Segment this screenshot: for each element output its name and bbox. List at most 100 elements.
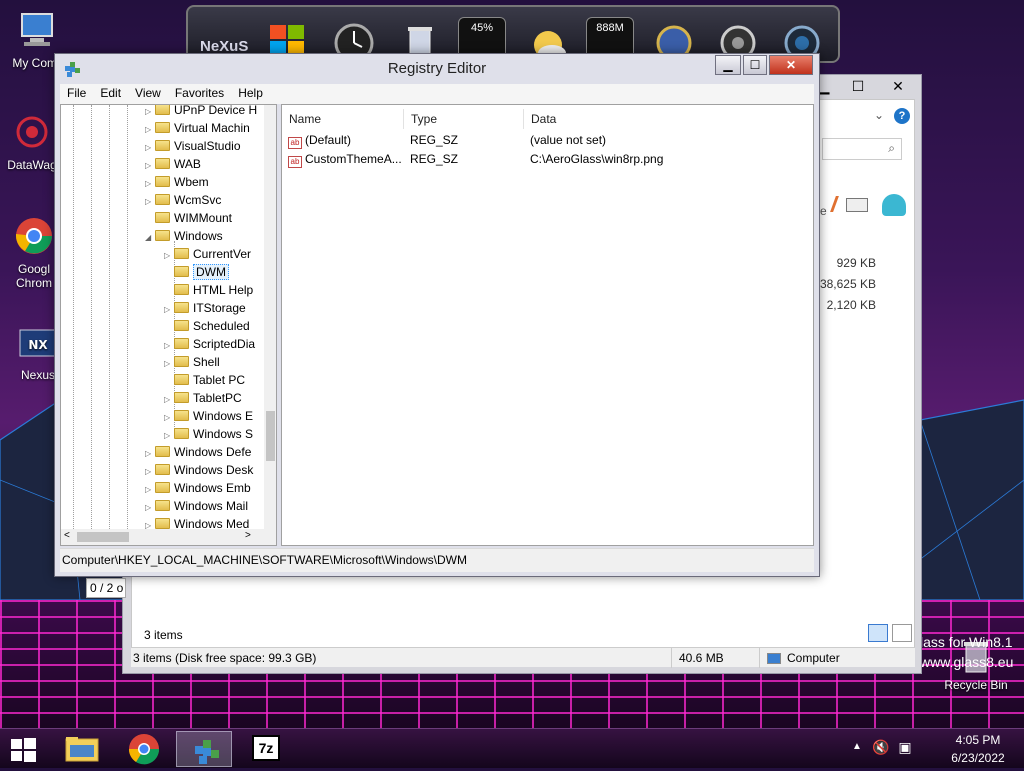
large-icons-view-button[interactable] [892,624,912,642]
folder-icon [155,122,170,133]
tree-node[interactable]: ▷ Windows Defe [145,443,251,461]
file-size: 2,120 KB [826,298,876,312]
folder-icon [155,140,170,151]
folder-icon [174,392,189,403]
column-header-type[interactable]: Type [404,109,524,129]
taskbar-file-explorer[interactable] [54,731,110,767]
tree-node[interactable]: ▷ Windows Desk [145,461,253,479]
speaker-muted-icon[interactable]: 🔇 [872,739,890,756]
menu-view[interactable]: View [128,84,168,102]
tree-node[interactable]: ▷ WcmSvc [145,191,221,209]
registry-value-row[interactable]: ab (Default) REG_SZ (value not set) [288,131,808,149]
details-view-button[interactable] [868,624,888,642]
window-title: Registry Editor [387,60,487,77]
search-icon: ⌕ [888,141,895,155]
tree-node[interactable]: ▷ Wbem [145,173,209,191]
folder-icon [155,230,170,241]
tree-node[interactable]: Tablet PC [164,371,245,389]
menu-bar: File Edit View Favorites Help [60,84,814,104]
chevron-down-icon[interactable]: ⌄ [874,108,884,122]
help-icon[interactable]: ? [894,108,910,124]
maximize-button[interactable]: ☐ [743,55,767,75]
folder-icon [155,464,170,475]
taskbar-registry-editor[interactable] [176,731,232,767]
tree-horizontal-scrollbar[interactable]: < > [61,529,276,545]
start-button[interactable] [0,731,46,767]
folder-icon [174,356,189,367]
items-count: 3 items [144,628,183,642]
tree-node[interactable]: HTML Help [164,281,253,299]
tree-node[interactable]: ▷ Shell [164,353,220,371]
tree-node[interactable]: ▷ UPnP Device H [145,104,258,119]
close-button[interactable]: ✕ [769,55,813,75]
folder-icon [174,338,189,349]
datawag-icon [10,110,54,154]
tree-node[interactable]: ▷ Virtual Machin [145,119,250,137]
tree-node-label: Windows Mail [174,499,249,513]
sevenzip-icon: 7z [252,735,280,761]
taskbar-7zip[interactable]: 7z [238,731,294,767]
clock-date[interactable]: 6/23/2022 [932,751,1024,765]
folder-icon [174,248,189,259]
network-icon[interactable]: ▣ [896,739,914,756]
tree-node[interactable]: ▷ CurrentVer [164,245,251,263]
folder-icon [155,158,170,169]
menu-file[interactable]: File [60,84,93,102]
tree-node-label: WAB [174,157,201,171]
tree-node[interactable]: WIMMount [145,209,232,227]
search-input[interactable]: ⌕ [822,138,902,160]
folder-icon [174,284,189,295]
tree-node[interactable]: ▷ WAB [145,155,201,173]
file-size: 38,625 KB [819,277,876,291]
column-header-name[interactable]: Name [282,109,404,129]
tree-node-label: Windows Defe [174,445,252,459]
tree-node-label: Virtual Machin [174,121,250,135]
menu-favorites[interactable]: Favorites [168,84,231,102]
scroll-left-icon[interactable]: < [64,530,70,541]
tree-node[interactable]: ▷ Windows Emb [145,479,251,497]
tree-node-label: WcmSvc [174,193,222,207]
registry-value-row[interactable]: ab CustomThemeA... REG_SZ C:\AeroGlass\wi… [288,150,808,168]
tree-node[interactable]: ▷ ITStorage [164,299,246,317]
minimize-button[interactable]: ▁ [715,55,741,75]
clock-time[interactable]: 4:05 PM [932,733,1024,747]
tree-node-label: UPnP Device H [174,104,258,117]
scroll-right-icon[interactable]: > [245,530,251,541]
folder-icon [174,428,189,439]
tree-node[interactable]: ▷ VisualStudio [145,137,241,155]
show-hidden-icons-button[interactable]: ▲ [850,741,864,752]
tree-vertical-scrollbar[interactable] [264,105,276,529]
tree-node[interactable]: ▷ Windows S [164,425,253,443]
string-value-icon: ab [288,137,302,149]
tree-node[interactable]: ▷ Windows Mail [145,497,248,515]
string-value-icon: ab [288,156,302,168]
properties-icon[interactable] [846,198,868,212]
tree-node-label: WIMMount [174,211,233,225]
status-bar: Computer\HKEY_LOCAL_MACHINE\SOFTWARE\Mic… [60,548,814,572]
menu-edit[interactable]: Edit [93,84,128,102]
title-bar[interactable]: Registry Editor ▁ ☐ ✕ [55,54,819,84]
maximize-button[interactable]: ☐ [841,75,875,97]
tree-node[interactable]: Scheduled [164,317,250,335]
tree-node-label: ScriptedDia [193,337,256,351]
registry-path: Computer\HKEY_LOCAL_MACHINE\SOFTWARE\Mic… [62,553,467,567]
tree-node[interactable]: ▷ Windows E [164,407,253,425]
expanded-arrow-icon[interactable]: ◢ [145,229,155,247]
column-header-data[interactable]: Data [524,109,810,129]
menu-help[interactable]: Help [231,84,270,102]
tree-node[interactable]: ◢ Windows [145,227,223,245]
close-button[interactable]: ✕ [875,75,921,97]
tree-node[interactable]: DWM [164,263,229,281]
folder-icon [174,410,189,421]
taskbar-chrome[interactable] [116,731,172,767]
tree-node-label: Windows Desk [174,463,254,477]
scrollbar-thumb[interactable] [77,532,129,542]
shell-icon[interactable] [882,194,906,216]
tree-node-label: Scheduled [193,319,250,333]
tree-node[interactable]: ▷ ScriptedDia [164,335,255,353]
tree-node-label: Windows S [193,427,254,441]
tree-node[interactable]: ▷ TabletPC [164,389,242,407]
registry-tree: ▷ UPnP Device H ▷ Virtual Machin ▷ VisualStud… [60,104,277,546]
folder-icon [174,302,189,313]
scrollbar-thumb[interactable] [266,411,275,461]
